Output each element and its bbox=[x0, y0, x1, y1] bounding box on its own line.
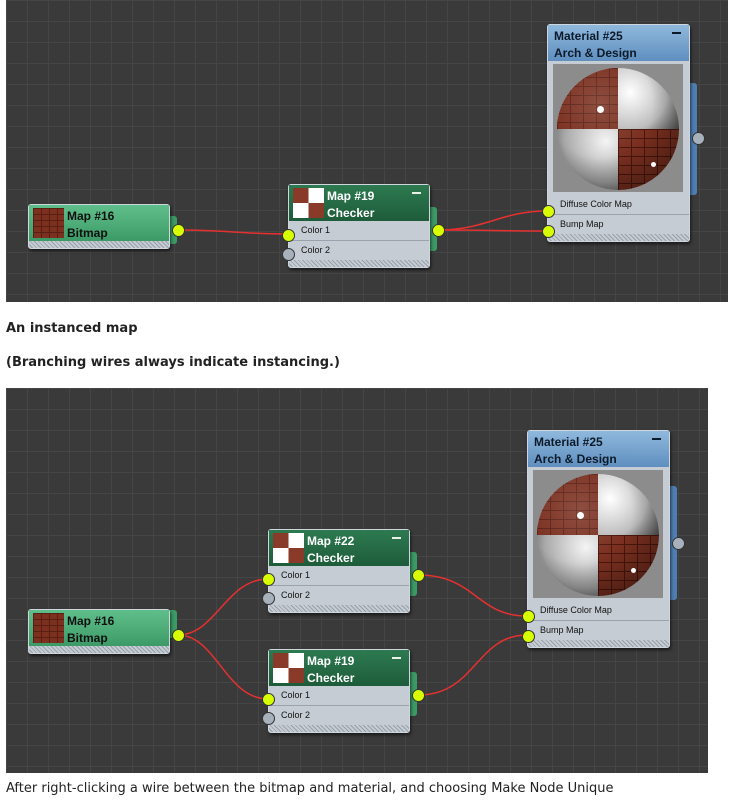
slot-diffuse-color-map[interactable]: Diffuse Color Map bbox=[548, 195, 689, 215]
slot-diffuse-color-map[interactable]: Diffuse Color Map bbox=[528, 601, 669, 621]
collapse-icon[interactable] bbox=[392, 537, 401, 539]
slot-bump-map[interactable]: Bump Map bbox=[548, 215, 689, 234]
checker-node-title: Map #19 Checker bbox=[327, 188, 374, 222]
material-node-header[interactable]: Material #25 Arch & Design bbox=[528, 431, 669, 467]
node-name: Map #19 bbox=[327, 189, 375, 203]
material-node-title: Material #25 Arch & Design bbox=[554, 28, 637, 62]
node-name: Material #25 bbox=[534, 435, 603, 449]
material-sphere-icon bbox=[557, 68, 679, 190]
checker-bottom-color2-port[interactable] bbox=[262, 712, 275, 725]
checker-bottom-node-title: Map #19 Checker bbox=[307, 653, 354, 687]
wire-bitmap-to-checker-top[interactable] bbox=[177, 578, 269, 636]
node-type: Arch & Design bbox=[534, 452, 617, 466]
caption-instanced-map: An instanced map bbox=[6, 321, 138, 336]
resize-grip[interactable] bbox=[269, 725, 409, 732]
bitmap-node[interactable]: Map #16 Bitmap bbox=[28, 204, 170, 249]
material-node[interactable]: Material #25 Arch & Design Diffuse Color… bbox=[527, 430, 670, 648]
wire-checker-to-bump[interactable] bbox=[437, 229, 548, 232]
wire-bitmap-to-checker-bottom[interactable] bbox=[177, 634, 269, 700]
node-name: Map #19 bbox=[307, 654, 355, 668]
bitmap-output-port[interactable] bbox=[172, 629, 185, 642]
node-name: Map #16 bbox=[67, 614, 115, 628]
bitmap-node-header[interactable]: Map #16 Bitmap bbox=[29, 205, 169, 241]
resize-grip[interactable] bbox=[29, 241, 169, 248]
checker-bottom-color1-port[interactable] bbox=[262, 693, 275, 706]
resize-grip[interactable] bbox=[269, 605, 409, 612]
resize-grip[interactable] bbox=[548, 234, 689, 241]
slot-color-1[interactable]: Color 1 bbox=[269, 566, 409, 586]
brick-thumbnail-icon bbox=[33, 208, 64, 238]
checker-top-node-header[interactable]: Map #22 Checker bbox=[269, 530, 409, 566]
slot-color-2[interactable]: Color 2 bbox=[269, 586, 409, 605]
material-preview bbox=[533, 470, 663, 598]
collapse-icon[interactable] bbox=[412, 192, 421, 194]
bitmap-node-title: Map #16 Bitmap bbox=[67, 208, 114, 242]
material-preview bbox=[553, 64, 683, 192]
bitmap-node-title: Map #16 Bitmap bbox=[67, 613, 114, 647]
node-type: Bitmap bbox=[67, 631, 108, 645]
checker-top-color1-port[interactable] bbox=[262, 573, 275, 586]
material-preview-area bbox=[548, 61, 689, 195]
node-type: Checker bbox=[327, 206, 375, 220]
checker-bottom-node[interactable]: Map #19 Checker Color 1 Color 2 bbox=[268, 649, 410, 733]
slot-color-2[interactable]: Color 2 bbox=[289, 241, 429, 260]
slot-color-1[interactable]: Color 1 bbox=[269, 686, 409, 706]
checker-top-node[interactable]: Map #22 Checker Color 1 Color 2 bbox=[268, 529, 410, 613]
material-sphere-icon bbox=[537, 474, 659, 596]
collapse-icon[interactable] bbox=[652, 438, 661, 440]
checker-bottom-node-header[interactable]: Map #19 Checker bbox=[269, 650, 409, 686]
caption-make-node-unique: After right-clicking a wire between the … bbox=[6, 781, 614, 796]
checker-thumbnail-icon bbox=[293, 188, 324, 218]
node-type: Bitmap bbox=[67, 226, 108, 240]
checker-thumbnail-icon bbox=[273, 653, 304, 683]
brick-thumbnail-icon bbox=[33, 613, 64, 643]
material-preview-area bbox=[528, 467, 669, 601]
material-node[interactable]: Material #25 Arch & Design Diffuse Color… bbox=[547, 24, 690, 242]
checker-node-header[interactable]: Map #19 Checker bbox=[289, 185, 429, 221]
slot-color-1[interactable]: Color 1 bbox=[289, 221, 429, 241]
wire-checker-to-diffuse[interactable] bbox=[437, 210, 548, 231]
checker-top-output-port[interactable] bbox=[412, 569, 425, 582]
checker-top-node-title: Map #22 Checker bbox=[307, 533, 354, 567]
node-type: Checker bbox=[307, 551, 355, 565]
resize-grip[interactable] bbox=[289, 260, 429, 267]
slate-view-unique: Map #16 Bitmap Map #22 Checker Color 1 C… bbox=[6, 388, 708, 773]
checker-color2-port[interactable] bbox=[282, 248, 295, 261]
slot-bump-map[interactable]: Bump Map bbox=[528, 621, 669, 640]
material-output-port[interactable] bbox=[692, 132, 705, 145]
slate-view-instanced: Map #16 Bitmap Map #19 Checker Color 1 C… bbox=[6, 0, 728, 302]
wire-checker-top-to-diffuse[interactable] bbox=[417, 574, 528, 617]
material-diffuse-port[interactable] bbox=[522, 610, 535, 623]
node-type: Checker bbox=[307, 671, 355, 685]
node-name: Map #22 bbox=[307, 534, 355, 548]
material-bump-port[interactable] bbox=[542, 225, 555, 238]
checker-output-port[interactable] bbox=[432, 224, 445, 237]
material-bump-port[interactable] bbox=[522, 630, 535, 643]
checker-bottom-output-port[interactable] bbox=[412, 689, 425, 702]
checker-top-color2-port[interactable] bbox=[262, 592, 275, 605]
slot-color-2[interactable]: Color 2 bbox=[269, 706, 409, 725]
wire-bitmap-to-checker[interactable] bbox=[177, 229, 289, 235]
checker-color1-port[interactable] bbox=[282, 229, 295, 242]
wire-checker-bottom-to-bump[interactable] bbox=[417, 634, 528, 696]
node-type: Arch & Design bbox=[554, 46, 637, 60]
collapse-icon[interactable] bbox=[392, 657, 401, 659]
node-name: Map #16 bbox=[67, 209, 115, 223]
checker-thumbnail-icon bbox=[273, 533, 304, 563]
bitmap-node-header[interactable]: Map #16 Bitmap bbox=[29, 610, 169, 646]
checker-node[interactable]: Map #19 Checker Color 1 Color 2 bbox=[288, 184, 430, 268]
collapse-icon[interactable] bbox=[672, 32, 681, 34]
bitmap-node[interactable]: Map #16 Bitmap bbox=[28, 609, 170, 654]
material-node-header[interactable]: Material #25 Arch & Design bbox=[548, 25, 689, 61]
resize-grip[interactable] bbox=[528, 640, 669, 647]
caption-branching-note: (Branching wires always indicate instanc… bbox=[6, 355, 340, 370]
material-diffuse-port[interactable] bbox=[542, 205, 555, 218]
node-name: Material #25 bbox=[554, 29, 623, 43]
material-node-title: Material #25 Arch & Design bbox=[534, 434, 617, 468]
resize-grip[interactable] bbox=[29, 646, 169, 653]
bitmap-output-port[interactable] bbox=[172, 224, 185, 237]
material-output-port[interactable] bbox=[672, 537, 685, 550]
